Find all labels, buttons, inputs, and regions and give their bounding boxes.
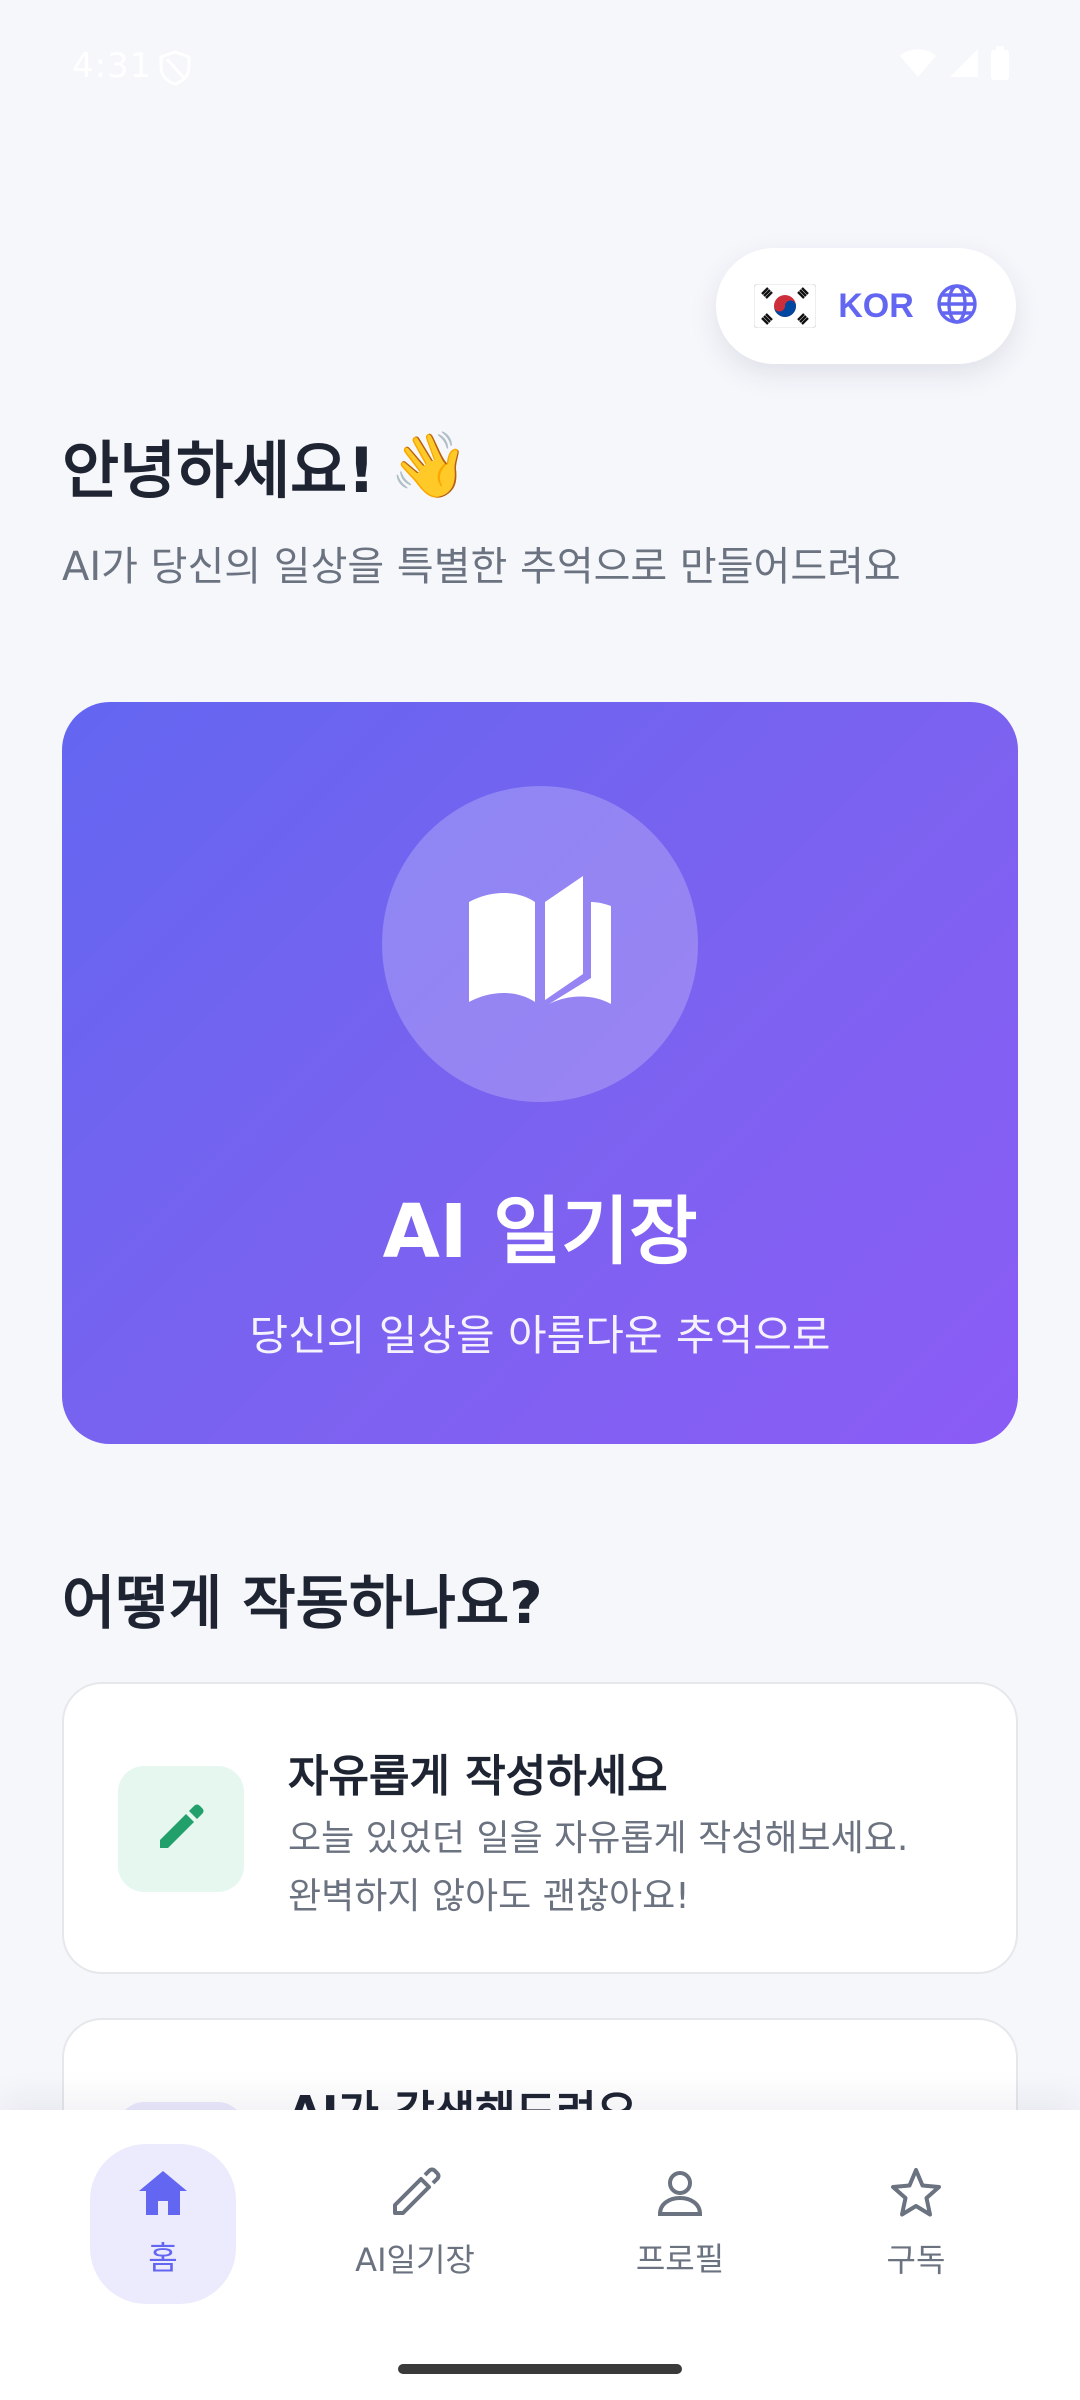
hero-subtitle: 당신의 일상을 아름다운 추억으로: [249, 1311, 831, 1360]
status-icons: [898, 46, 1010, 89]
screen: 4:31 KOR 안녕하세요! 👋 AI가 당신의 일상을 특별한 추억으로 만…: [0, 0, 1080, 2400]
feature-description-line: 완벽하지 않아도 괜찮아요!: [288, 1876, 690, 1917]
status-time: 4:31: [72, 46, 153, 86]
person-icon: [655, 2168, 705, 2222]
globe-icon: [936, 283, 978, 329]
star-icon: [889, 2167, 943, 2223]
nav-label: AI일기장: [355, 2241, 475, 2279]
south-korea-flag-icon: [753, 283, 817, 329]
feature-card-write-freely: 자유롭게 작성하세요 오늘 있었던 일을 자유롭게 작성해보세요. 완벽하지 않…: [62, 1682, 1018, 1974]
feature-title: 자유롭게 작성하세요: [288, 1751, 668, 1802]
hero-title: AI 일기장: [382, 1189, 698, 1275]
home-icon: [137, 2169, 189, 2221]
language-selector-button[interactable]: KOR: [716, 248, 1016, 364]
ai-diary-hero-card[interactable]: AI 일기장 당신의 일상을 아름다운 추억으로: [62, 702, 1018, 1444]
open-book-icon: [465, 874, 615, 1014]
nav-item-subscription[interactable]: 구독: [843, 2144, 989, 2304]
feature-description-line: 오늘 있었던 일을 자유롭게 작성해보세요.: [288, 1818, 909, 1859]
battery-icon: [990, 46, 1010, 89]
greeting-heading: 안녕하세요! 👋: [62, 420, 469, 510]
nav-label: 홈: [148, 2239, 178, 2277]
feature-icon-box: [118, 1766, 244, 1892]
nav-label: 구독: [886, 2241, 946, 2279]
nav-item-profile[interactable]: 프로필: [607, 2144, 753, 2304]
home-indicator-bar[interactable]: [398, 2364, 682, 2374]
hero-icon-circle: [382, 786, 698, 1102]
how-it-works-title: 어떻게 작동하나요?: [62, 1569, 543, 1637]
greeting-subtitle: AI가 당신의 일상을 특별한 추억으로 만들어드려요: [62, 544, 901, 590]
status-bar: 4:31: [0, 0, 1080, 130]
language-code: KOR: [838, 286, 914, 325]
waving-hand-emoji: 👋: [389, 428, 470, 503]
greeting-title: 안녕하세요!: [62, 434, 376, 507]
feature-description: 오늘 있었던 일을 자유롭게 작성해보세요. 완벽하지 않아도 괜찮아요!: [288, 1810, 988, 1926]
nav-item-ai-diary[interactable]: AI일기장: [340, 2144, 490, 2304]
signal-icon: [948, 47, 980, 88]
bottom-navigation: 홈 AI일기장 프로필 구독: [0, 2110, 1080, 2400]
nav-label: 프로필: [635, 2240, 725, 2278]
pencil-icon: [389, 2167, 441, 2223]
pencil-icon: [154, 1800, 208, 1858]
nav-item-home[interactable]: 홈: [90, 2144, 236, 2304]
wifi-icon: [898, 47, 938, 88]
vpn-shield-icon: [158, 50, 192, 95]
